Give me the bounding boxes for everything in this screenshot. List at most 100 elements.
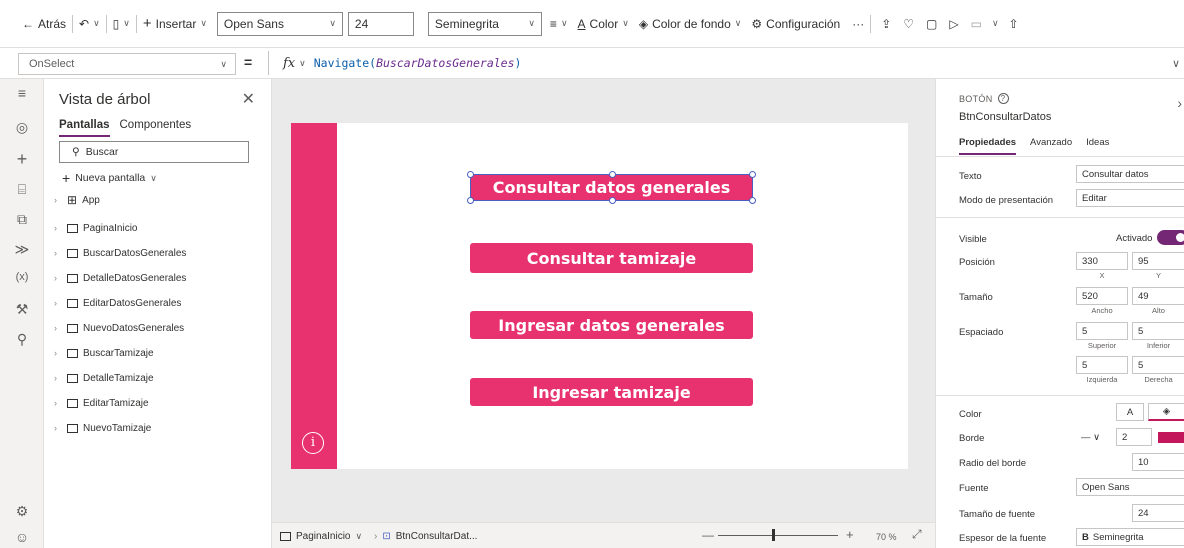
control-breadcrumb[interactable]: › ⊡ BtnConsultarDat...	[374, 531, 477, 542]
zoom-slider-thumb[interactable]	[772, 529, 775, 541]
undo-button[interactable]: ↶ ∨	[79, 17, 100, 31]
variables-icon[interactable]: (x)	[0, 271, 44, 283]
comments-button[interactable]: ▢	[926, 17, 937, 31]
comment-icon: ▢	[926, 16, 938, 31]
plus-icon: +	[62, 170, 71, 186]
layers-icon[interactable]: ◎	[0, 119, 44, 136]
fill-color-picker[interactable]: ◈	[1148, 403, 1184, 421]
insert-button[interactable]: + Insertar ∨	[143, 15, 207, 32]
tab-advanced[interactable]: Avanzado	[1030, 137, 1072, 155]
width-input[interactable]: 520	[1076, 287, 1128, 305]
color-button[interactable]: A Color ∨	[578, 17, 629, 31]
chevron-right-icon: ›	[54, 423, 57, 433]
formula-input[interactable]: fx ∨ Navigate(BuscarDatosGenerales) ∨	[268, 51, 1184, 75]
padding-left-input[interactable]: 5	[1076, 356, 1128, 374]
new-screen-button[interactable]: + Nueva pantalla ∨	[62, 170, 157, 186]
info-icon[interactable]: i	[302, 432, 324, 454]
zoom-in-button[interactable]: +	[846, 527, 854, 542]
padding-left-value: 5	[1082, 359, 1088, 371]
save-button[interactable]: ▭	[971, 17, 982, 31]
insert-icon[interactable]: +	[0, 149, 44, 170]
paste-button[interactable]: ▯ ∨	[113, 17, 130, 31]
data-icon[interactable]: ⌸	[0, 181, 44, 198]
consult-general-data-button[interactable]: Consultar datos generales	[470, 174, 753, 201]
tree-item-screen[interactable]: › EditarTamizaje	[54, 394, 149, 412]
border-radius-input[interactable]: 10	[1132, 453, 1184, 471]
save-options-button[interactable]: ∨	[992, 18, 999, 29]
preview-button[interactable]: ▷	[949, 17, 958, 31]
fill-color-button[interactable]: ◈ Color de fondo ∨	[639, 17, 742, 31]
position-x-input[interactable]: 330	[1076, 252, 1128, 270]
enter-general-data-button[interactable]: Ingresar datos generales	[470, 311, 753, 339]
font-weight-select[interactable]: B Seminegrita	[1076, 528, 1184, 546]
tools-icon[interactable]: ⚒	[0, 301, 44, 318]
tree-item-app[interactable]: › ⊞ App	[54, 191, 100, 209]
border-width-input[interactable]: 2	[1116, 428, 1152, 446]
expand-formula-icon[interactable]: ∨	[1172, 57, 1180, 70]
property-select[interactable]: OnSelect ∨	[18, 53, 236, 75]
power-automate-icon[interactable]: ≫	[0, 241, 44, 258]
chevron-right-icon[interactable]: ›	[1177, 95, 1182, 111]
padding-label: Espaciado	[959, 327, 1004, 338]
tree-item-screen[interactable]: › EditarDatosGenerales	[54, 294, 181, 312]
enter-screening-button[interactable]: Ingresar tamizaje	[470, 378, 753, 406]
settings-icon[interactable]: ⚙	[0, 503, 44, 520]
zoom-out-button[interactable]: —	[702, 528, 714, 542]
publish-button[interactable]: ⇧	[1009, 17, 1019, 31]
property-tabs: Propiedades Avanzado Ideas	[959, 137, 1109, 155]
padding-right-input[interactable]: 5	[1132, 356, 1184, 374]
back-button[interactable]: ← Atrás	[22, 17, 66, 31]
tab-components[interactable]: Componentes	[120, 119, 192, 137]
tree-item-screen[interactable]: › NuevoDatosGenerales	[54, 319, 184, 337]
settings-button[interactable]: ⚙ Configuración	[751, 17, 840, 31]
border-style-select[interactable]: — ∨	[1076, 428, 1114, 446]
height-input[interactable]: 49	[1132, 287, 1184, 305]
share-button[interactable]: ⇪	[881, 17, 891, 31]
more-button[interactable]: ···	[852, 17, 864, 31]
tree-item-screen[interactable]: › DetalleDatosGenerales	[54, 269, 186, 287]
tree-search-input[interactable]: ⚲ Buscar	[59, 141, 249, 163]
help-icon[interactable]: ?	[997, 93, 1009, 104]
tree-item-screen[interactable]: › NuevoTamizaje	[54, 419, 151, 437]
display-mode-select[interactable]: Editar	[1076, 189, 1184, 207]
app-screen[interactable]: i Consultar datos generales Consultar ta…	[291, 123, 908, 469]
tree-item-screen[interactable]: › PaginaInicio	[54, 219, 137, 237]
screen-breadcrumb[interactable]: PaginaInicio ∨	[280, 531, 362, 542]
checker-button[interactable]: ♡	[903, 17, 914, 31]
tree-item-label: NuevoTamizaje	[83, 422, 152, 434]
align-button[interactable]: ≡ ∨	[550, 17, 568, 31]
tree-item-screen[interactable]: › BuscarTamizaje	[54, 344, 154, 362]
visible-toggle[interactable]	[1157, 230, 1184, 245]
padding-bottom-input[interactable]: 5	[1132, 322, 1184, 340]
text-input[interactable]: Consultar datos	[1076, 165, 1184, 183]
control-type-label: BOTÓN	[959, 93, 993, 104]
tab-ideas[interactable]: Ideas	[1086, 137, 1109, 155]
font-select[interactable]: Open Sans	[1076, 478, 1184, 496]
tree-item-screen[interactable]: › BuscarDatosGenerales	[54, 244, 186, 262]
zoom-slider[interactable]	[718, 535, 838, 536]
media-icon[interactable]: ⧉	[0, 211, 44, 228]
equals-icon: =	[244, 54, 253, 70]
search-icon[interactable]: ⚲	[0, 331, 44, 348]
font-size-input[interactable]: 24	[1132, 504, 1184, 522]
screen-icon	[67, 398, 78, 408]
fit-to-window-icon[interactable]: ⤢	[912, 527, 922, 542]
screen-sidebar[interactable]: i	[291, 123, 337, 469]
virtual-agent-icon[interactable]: ☺	[0, 529, 44, 545]
position-y-input[interactable]: 95	[1132, 252, 1184, 270]
tab-screens[interactable]: Pantallas	[59, 119, 110, 137]
chevron-down-icon: ∨	[329, 18, 336, 28]
border-color-swatch[interactable]	[1158, 432, 1184, 443]
menu-icon[interactable]: ≡	[0, 85, 44, 101]
text-color-picker[interactable]: A	[1116, 403, 1144, 421]
consult-screening-button[interactable]: Consultar tamizaje	[470, 243, 753, 273]
font-weight-value: Seminegrita	[434, 16, 499, 31]
font-select[interactable]: Open Sans ∨	[216, 11, 343, 36]
font-weight-select[interactable]: Seminegrita ∨	[427, 11, 542, 36]
padding-top-input[interactable]: 5	[1076, 322, 1128, 340]
chevron-down-icon: ∨	[299, 57, 306, 68]
font-size-input[interactable]: 24	[347, 11, 414, 36]
close-icon[interactable]: ✕	[242, 89, 255, 109]
tab-properties[interactable]: Propiedades	[959, 137, 1017, 155]
tree-item-screen[interactable]: › DetalleTamizaje	[54, 369, 154, 387]
